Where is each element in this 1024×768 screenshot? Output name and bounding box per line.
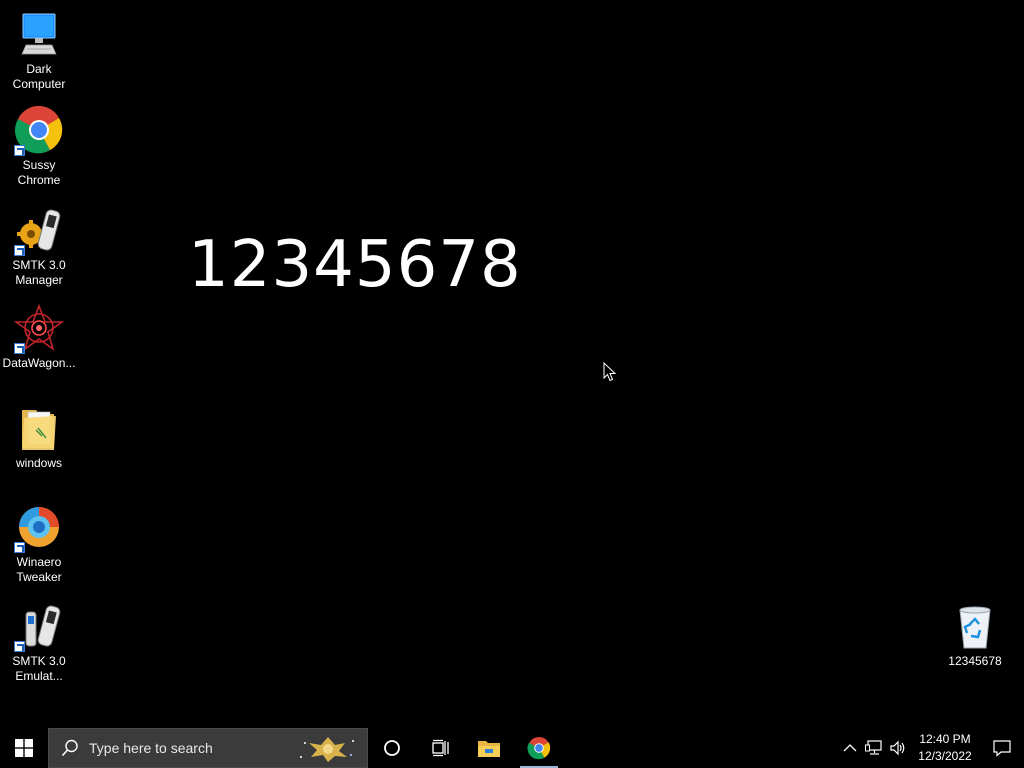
search-highlight-art	[300, 737, 354, 762]
desktop-icon-recycle-bin[interactable]: 12345678	[937, 602, 1013, 669]
taskbar-search-box[interactable]: Type here to search	[48, 728, 368, 768]
chrome-icon	[14, 105, 64, 156]
desktop-icon-label: SMTK 3.0 Manager	[12, 258, 66, 287]
desktop-icon-smtk-manager[interactable]: SMTK 3.0 Manager	[1, 206, 77, 288]
windows-start-icon	[15, 739, 33, 757]
shortcut-arrow-icon	[14, 343, 25, 354]
action-center-button[interactable]	[980, 728, 1024, 768]
smtk-emulator-icon	[14, 602, 64, 652]
desktop-icon-winaero-tweaker[interactable]: Winaero Tweaker	[1, 503, 77, 585]
taskbar-clock[interactable]: 12:40 PM 12/3/2022	[914, 731, 976, 765]
network-icon	[865, 740, 882, 755]
volume-button[interactable]	[886, 728, 910, 768]
winaero-tweaker-icon	[14, 503, 64, 553]
desktop[interactable]: Dark Computer Sussy Chrome SMTK 3.0 Mana…	[0, 0, 1024, 728]
desktop-icon-sussy-chrome[interactable]: Sussy Chrome	[1, 105, 77, 188]
task-view-button[interactable]	[416, 728, 464, 768]
desktop-icon-windows-folder[interactable]: windows	[1, 404, 77, 471]
desktop-icon-datawagon[interactable]: DataWagon...	[1, 303, 77, 371]
cortana-button[interactable]	[368, 728, 416, 768]
desktop-icon-label: Winaero Tweaker	[16, 555, 62, 584]
start-button[interactable]	[0, 728, 48, 768]
desktop-icon-label: Sussy Chrome	[17, 158, 61, 187]
search-icon	[61, 739, 78, 757]
file-explorer-icon	[478, 741, 500, 757]
folder-icon	[14, 404, 64, 454]
file-explorer-button[interactable]	[464, 728, 514, 768]
clock-date: 12/3/2022	[918, 749, 972, 763]
task-view-icon	[432, 739, 449, 757]
mouse-pointer-icon	[603, 361, 617, 387]
network-button[interactable]	[862, 728, 886, 768]
desktop-large-text: 12345678	[188, 228, 522, 302]
desktop-icon-label: DataWagon...	[2, 356, 76, 370]
chevron-up-icon	[843, 744, 857, 752]
desktop-icon-smtk-emulator[interactable]: SMTK 3.0 Emulat...	[1, 602, 77, 684]
taskbar: Type here to search 12:40 PM 12/3/2022	[0, 728, 1024, 768]
system-tray: 12:40 PM 12/3/2022	[838, 728, 1024, 768]
desktop-icon-label: 12345678	[948, 654, 1002, 668]
datawagon-icon	[13, 303, 65, 354]
clock-time: 12:40 PM	[919, 732, 971, 746]
shortcut-arrow-icon	[14, 145, 25, 156]
desktop-icon-dark-computer[interactable]: Dark Computer	[1, 10, 77, 92]
shortcut-arrow-icon	[14, 641, 25, 652]
desktop-icon-label: windows	[15, 456, 63, 470]
chrome-icon	[527, 736, 551, 760]
computer-icon	[14, 10, 64, 60]
shortcut-arrow-icon	[14, 245, 25, 256]
chrome-taskbar-button[interactable]	[514, 728, 564, 768]
show-hidden-icons-button[interactable]	[838, 728, 862, 768]
cortana-icon	[384, 740, 400, 756]
shortcut-arrow-icon	[14, 542, 25, 553]
search-placeholder: Type here to search	[89, 740, 213, 756]
desktop-icon-label: SMTK 3.0 Emulat...	[12, 654, 66, 683]
smtk-manager-icon	[14, 206, 64, 256]
desktop-icon-label: Dark Computer	[12, 62, 66, 91]
recycle-bin-icon	[950, 602, 1000, 652]
action-center-icon	[993, 740, 1011, 757]
volume-icon	[890, 740, 905, 756]
